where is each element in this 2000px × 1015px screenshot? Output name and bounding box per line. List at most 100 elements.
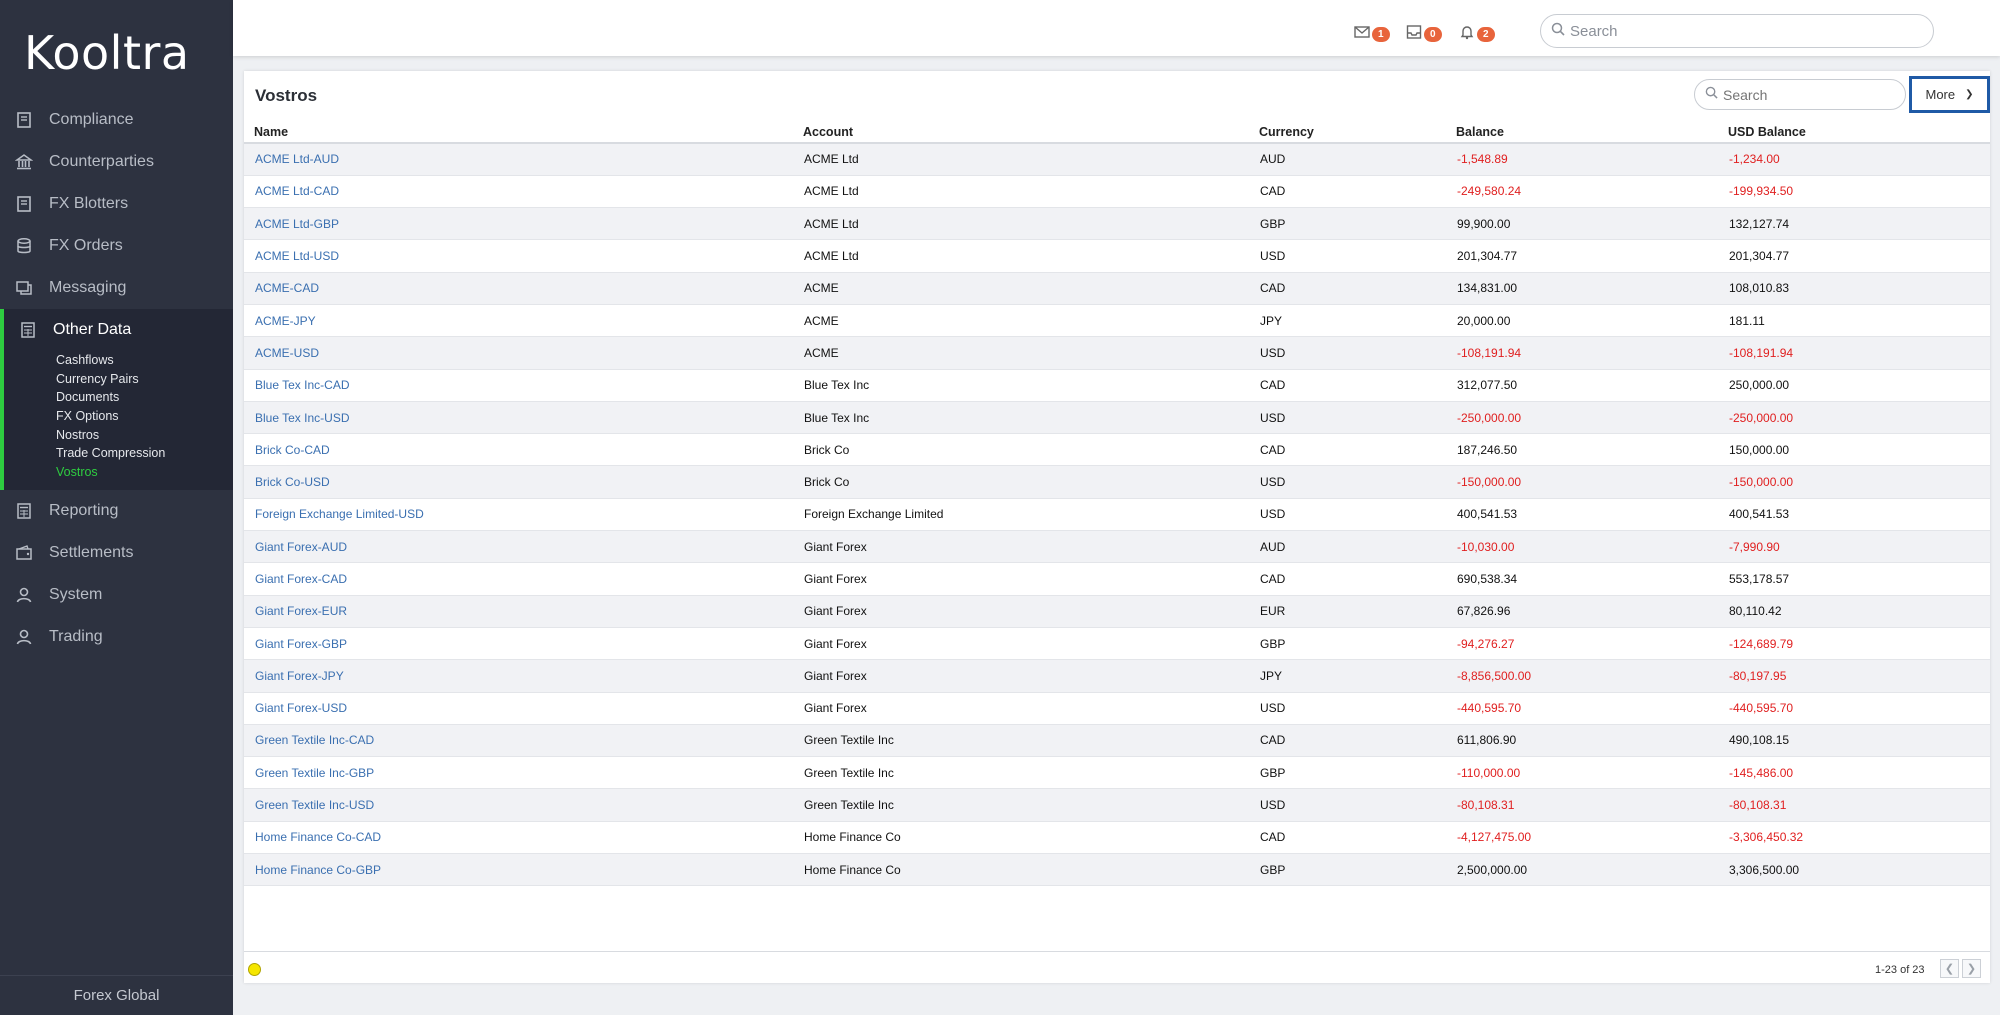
vostros-panel: Vostros More ❯ Name Account Currency Bal… <box>244 71 1990 983</box>
cell-name[interactable]: Giant Forex-CAD <box>244 562 793 596</box>
bell-icon <box>1459 24 1475 45</box>
cell-name[interactable]: ACME-USD <box>244 336 793 370</box>
table-row[interactable]: Giant Forex-AUD Giant Forex AUD -10,030.00-… <box>244 530 1990 564</box>
cell-balance: -108,191.94 <box>1446 336 1718 370</box>
cell-name[interactable]: Foreign Exchange Limited-USD <box>244 498 793 532</box>
table-row[interactable]: Giant Forex-EUR Giant Forex EUR 67,826.96 80… <box>244 595 1990 628</box>
table-row[interactable]: ACME Ltd-AUD ACME Ltd AUD -1,548.89 -1,234.0… <box>244 143 1990 176</box>
table-row[interactable]: Home Finance Co-CAD Home Finance Co CAD -4,… <box>244 821 1990 855</box>
table-row[interactable]: ACME-JPY ACME JPY 20,000.00 181.11 <box>244 304 1990 338</box>
cell-name[interactable]: ACME-CAD <box>244 272 793 305</box>
sidebar-subitem-cashflows[interactable]: Cashflows <box>56 351 233 370</box>
cell-name[interactable]: Home Finance Co-CAD <box>244 821 793 855</box>
cell-name[interactable]: Giant Forex-GBP <box>244 627 793 661</box>
sidebar-subitem-trade-compression[interactable]: Trade Compression <box>56 444 233 463</box>
sidebar-subitem-fx-options[interactable]: FX Options <box>56 407 233 426</box>
table-row[interactable]: ACME-CAD ACME CAD 134,831.00 108,010.83 <box>244 272 1990 305</box>
cell-name[interactable]: Brick Co-USD <box>244 465 793 499</box>
cell-usd-balance: -199,934.50 <box>1718 175 1990 209</box>
cell-name[interactable]: Giant Forex-AUD <box>244 530 793 564</box>
table-search-input[interactable] <box>1723 86 1905 103</box>
cell-name[interactable]: ACME-JPY <box>244 304 793 338</box>
alerts-notification[interactable]: 2 <box>1459 24 1495 45</box>
next-page-button[interactable]: ❯ <box>1962 959 1981 978</box>
sidebar-item-label: Reporting <box>49 501 119 519</box>
table-row[interactable]: Brick Co-USD Brick Co USD -150,000.00 -150,0… <box>244 465 1990 499</box>
sidebar-subitem-vostros[interactable]: Vostros <box>56 463 233 482</box>
cell-name[interactable]: Blue Tex Inc-CAD <box>244 369 793 402</box>
cell-name[interactable]: ACME Ltd-CAD <box>244 175 793 209</box>
table-row[interactable]: Home Finance Co-GBP Home Finance Co GBP 2,5… <box>244 853 1990 887</box>
sidebar-item-reporting[interactable]: Reporting <box>0 490 233 532</box>
app-logo[interactable]: Kooltra <box>24 26 190 80</box>
column-header-currency[interactable]: Currency <box>1249 122 1446 144</box>
table-search[interactable] <box>1694 79 1906 110</box>
cell-name[interactable]: Blue Tex Inc-USD <box>244 401 793 435</box>
cell-usd-balance: 250,000.00 <box>1718 369 1990 402</box>
cell-account: Giant Forex <box>793 530 1249 564</box>
sidebar-item-settlements[interactable]: Settlements <box>0 532 233 574</box>
sidebar-item-fx-blotters[interactable]: FX Blotters <box>0 183 233 225</box>
table-row[interactable]: Giant Forex-GBP Giant Forex GBP -94,276.27-… <box>244 627 1990 661</box>
sidebar-item-fx-orders[interactable]: FX Orders <box>0 225 233 267</box>
column-header-balance[interactable]: Balance <box>1446 122 1718 144</box>
sidebar-item-trading[interactable]: Trading <box>0 616 233 658</box>
more-button[interactable]: More ❯ <box>1909 76 1990 113</box>
table-row[interactable]: Giant Forex-JPY Giant Forex JPY -8,856,500.… <box>244 659 1990 693</box>
cell-usd-balance: -124,689.79 <box>1718 627 1990 661</box>
cell-account: Giant Forex <box>793 692 1249 725</box>
cell-name[interactable]: Giant Forex-EUR <box>244 595 793 628</box>
cell-account: Blue Tex Inc <box>793 401 1249 435</box>
cell-currency: EUR <box>1249 595 1446 628</box>
cell-name[interactable]: Green Textile Inc-CAD <box>244 724 793 758</box>
chevron-left-icon: ❮ <box>1944 963 1955 975</box>
cell-account: ACME <box>793 272 1249 305</box>
page-title: Vostros <box>255 86 318 105</box>
prev-page-button[interactable]: ❮ <box>1940 959 1959 978</box>
table-row[interactable]: Green Textile Inc-GBP Green Textile Inc GB… <box>244 756 1990 790</box>
alerts-badge: 2 <box>1477 27 1495 42</box>
global-search[interactable] <box>1540 14 1934 48</box>
sidebar-nav: Compliance Counterparties FX Blotters FX… <box>0 99 233 658</box>
column-header-account[interactable]: Account <box>793 122 1249 144</box>
table-row[interactable]: ACME Ltd-GBP ACME Ltd GBP 99,900.00 132,127.… <box>244 207 1990 241</box>
sidebar-item-other-data[interactable]: Other Data <box>4 309 233 351</box>
cell-name[interactable]: Home Finance Co-GBP <box>244 853 793 887</box>
table-row[interactable]: Green Textile Inc-USD Green Textile Inc US… <box>244 788 1990 822</box>
cell-name[interactable]: ACME Ltd-GBP <box>244 207 793 241</box>
cell-name[interactable]: ACME Ltd-AUD <box>244 143 793 176</box>
sidebar-item-compliance[interactable]: Compliance <box>0 99 233 141</box>
table-row[interactable]: Foreign Exchange Limited-USD Foreign Exch… <box>244 498 1990 532</box>
cell-name[interactable]: Brick Co-CAD <box>244 433 793 467</box>
chevron-down-icon: ❯ <box>1965 89 1974 100</box>
column-header-usd-balance[interactable]: USD Balance <box>1718 122 1990 144</box>
inbox-notification[interactable]: 0 <box>1406 24 1442 45</box>
sidebar-item-label: Trading <box>49 627 103 645</box>
status-indicator <box>248 963 261 976</box>
messages-notification[interactable]: 1 <box>1354 24 1390 45</box>
table-row[interactable]: ACME-USD ACME USD -108,191.94 -108,191.94 <box>244 336 1990 370</box>
table-row[interactable]: Blue Tex Inc-USD Blue Tex Inc USD -250,000.… <box>244 401 1990 435</box>
cell-name[interactable]: Green Textile Inc-USD <box>244 788 793 822</box>
column-header-name[interactable]: Name <box>244 122 793 144</box>
global-search-input[interactable] <box>1570 22 1933 40</box>
table-row[interactable]: Giant Forex-USD Giant Forex USD -440,595.70… <box>244 692 1990 725</box>
table-row[interactable]: ACME Ltd-CAD ACME Ltd CAD -249,580.24 -199,9… <box>244 175 1990 209</box>
cell-account: ACME Ltd <box>793 175 1249 209</box>
cell-balance: 201,304.77 <box>1446 239 1718 273</box>
sidebar-item-counterparties[interactable]: Counterparties <box>0 141 233 183</box>
sidebar-subitem-documents[interactable]: Documents <box>56 388 233 407</box>
cell-name[interactable]: Giant Forex-JPY <box>244 659 793 693</box>
table-row[interactable]: Green Textile Inc-CAD Green Textile Inc CA… <box>244 724 1990 758</box>
sidebar-item-system[interactable]: System <box>0 574 233 616</box>
sidebar-subitem-nostros[interactable]: Nostros <box>56 426 233 445</box>
cell-name[interactable]: Green Textile Inc-GBP <box>244 756 793 790</box>
sidebar-item-messaging[interactable]: Messaging <box>0 267 233 309</box>
cell-name[interactable]: ACME Ltd-USD <box>244 239 793 273</box>
table-row[interactable]: Brick Co-CAD Brick Co CAD 187,246.50 150,000… <box>244 433 1990 467</box>
table-row[interactable]: Blue Tex Inc-CAD Blue Tex Inc CAD 312,077.5… <box>244 369 1990 402</box>
cell-name[interactable]: Giant Forex-USD <box>244 692 793 725</box>
table-row[interactable]: ACME Ltd-USD ACME Ltd USD 201,304.77 201,304… <box>244 239 1990 273</box>
sidebar-subitem-currency-pairs[interactable]: Currency Pairs <box>56 370 233 389</box>
table-row[interactable]: Giant Forex-CAD Giant Forex CAD 690,538.34 5… <box>244 562 1990 596</box>
